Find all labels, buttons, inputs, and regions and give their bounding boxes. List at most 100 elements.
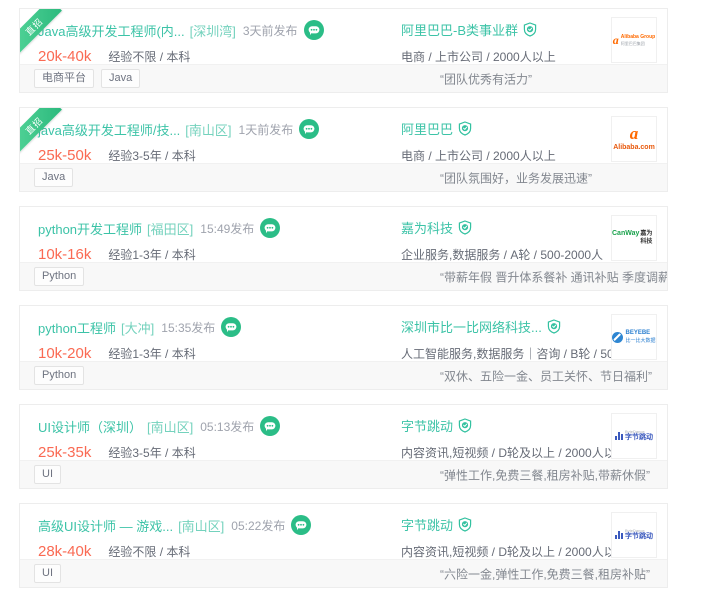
job-title-link[interactable]: 高级UI设计师 — 游戏... xyxy=(38,516,173,535)
chat-bubble-icon[interactable] xyxy=(260,218,280,238)
chat-bubble-icon[interactable] xyxy=(260,416,280,436)
job-title-link[interactable]: Java高级开发工程师(内... xyxy=(38,21,185,40)
job-list: 直招 Java高级开发工程师(内... [深圳湾] 3天前发布 xyxy=(19,8,668,602)
chat-bubble-icon[interactable] xyxy=(291,515,311,535)
job-card-footer: Python “双休、五险一金、员工关怀、节日福利” xyxy=(20,361,667,389)
job-salary: 20k-40k xyxy=(38,48,91,65)
company-quote: “双休、五险一金、员工关怀、节日福利” xyxy=(440,367,652,384)
job-card-footer: Java “团队氛围好，业务发展迅速” xyxy=(20,163,667,191)
job-tag: Java xyxy=(34,168,73,187)
job-card-footer: UI “弹性工作,免费三餐,租房补贴,带薪休假” xyxy=(20,460,667,488)
job-salary: 10k-20k xyxy=(38,345,91,362)
logo-text: 字节跳动 xyxy=(625,533,653,542)
job-location: [南山区] xyxy=(178,516,224,535)
company-logo: ByteDance字节跳动 xyxy=(611,512,657,558)
job-card-main: python开发工程师 [福田区] 15:49发布 xyxy=(20,207,667,264)
job-tags: UI xyxy=(34,564,61,583)
job-title-link[interactable]: java高级开发工程师/技... xyxy=(38,120,180,139)
job-card-main: Java高级开发工程师(内... [深圳湾] 3天前发布 xyxy=(20,9,667,66)
company-name-link[interactable]: 深圳市比一比网络科技... xyxy=(401,317,542,336)
job-card-main: python工程师 [大冲] 15:35发布 xyxy=(20,306,667,363)
verified-shield-icon xyxy=(523,22,537,37)
job-tag: Python xyxy=(34,267,84,286)
logo-text: Alibaba.com xyxy=(613,144,655,153)
job-card[interactable]: python开发工程师 [福田区] 15:49发布 xyxy=(19,206,668,291)
job-location: [南山区] xyxy=(147,417,193,436)
job-card[interactable]: UI设计师（深圳） [南山区] 05:13发布 xyxy=(19,404,668,489)
job-requirements: 经验3-5年 / 本科 xyxy=(108,147,195,164)
job-tag: Java xyxy=(101,69,140,88)
job-tags: 电商平台 Java xyxy=(34,69,140,88)
job-card-main: UI设计师（深圳） [南山区] 05:13发布 xyxy=(20,405,667,462)
bytedance-logo-glyph xyxy=(615,432,623,440)
company-name-link[interactable]: 嘉为科技 xyxy=(401,218,453,237)
job-card-footer: UI “六险一金,弹性工作,免费三餐,租房补贴” xyxy=(20,559,667,587)
job-salary: 25k-50k xyxy=(38,147,91,164)
logo-text: CanWay xyxy=(612,230,639,239)
job-salary: 25k-35k xyxy=(38,444,91,461)
chat-bubble-icon[interactable] xyxy=(221,317,241,337)
company-info: 内容资讯,短视频 / D轮及以上 / 2000人以上 xyxy=(401,543,628,560)
company-quote: “六险一金,弹性工作,免费三餐,租房补贴” xyxy=(440,565,650,582)
job-requirements: 经验不限 / 本科 xyxy=(108,48,190,65)
job-tags: Python xyxy=(34,366,84,385)
job-title-link[interactable]: UI设计师（深圳） xyxy=(38,417,142,436)
job-posted-time: 3天前发布 xyxy=(243,22,298,39)
company-logo: aAlibaba Group阿里巴巴集团 xyxy=(611,17,657,63)
company-name-link[interactable]: 阿里巴巴 xyxy=(401,119,453,138)
job-posted-time: 15:35发布 xyxy=(161,319,215,336)
job-card[interactable]: 直招 java高级开发工程师/技... [南山区] 1天前发布 xyxy=(19,107,668,192)
job-posted-time: 05:13发布 xyxy=(200,418,254,435)
job-tag: UI xyxy=(34,465,61,484)
company-quote: “团队氛围好，业务发展迅速” xyxy=(440,169,592,186)
company-logo: BEYEBE比一比大数据 xyxy=(611,314,657,360)
verified-shield-icon xyxy=(458,220,472,235)
logo-text: 字节跳动 xyxy=(625,434,653,443)
verified-shield-icon xyxy=(458,418,472,433)
job-card[interactable]: python工程师 [大冲] 15:35发布 xyxy=(19,305,668,390)
alibaba-logo-glyph: a xyxy=(630,125,639,142)
job-card[interactable]: 高级UI设计师 — 游戏... [南山区] 05:22发布 xyxy=(19,503,668,588)
job-card-footer: 电商平台 Java “团队优秀有活力” xyxy=(20,64,667,92)
bytedance-logo-glyph xyxy=(615,531,623,539)
job-location: [深圳湾] xyxy=(190,21,236,40)
logo-text: BEYEBE xyxy=(625,330,655,338)
job-requirements: 经验1-3年 / 本科 xyxy=(108,345,195,362)
logo-text: 比一比大数据 xyxy=(625,338,655,344)
job-tag: UI xyxy=(34,564,61,583)
job-card-main: java高级开发工程师/技... [南山区] 1天前发布 xyxy=(20,108,667,165)
alibaba-group-logo-glyph: a xyxy=(613,34,619,46)
verified-shield-icon xyxy=(458,121,472,136)
company-name-link[interactable]: 字节跳动 xyxy=(401,515,453,534)
job-tag: 电商平台 xyxy=(34,69,94,88)
job-requirements: 经验3-5年 / 本科 xyxy=(108,444,195,461)
company-info: 内容资讯,短视频 / D轮及以上 / 2000人以上 xyxy=(401,444,628,461)
job-posted-time: 15:49发布 xyxy=(200,220,254,237)
company-info: 企业服务,数据服务 / A轮 / 500-2000人 xyxy=(401,246,603,263)
beyebe-logo-glyph xyxy=(612,332,623,343)
verified-shield-icon xyxy=(547,319,561,334)
job-salary: 10k-16k xyxy=(38,246,91,263)
job-card-main: 高级UI设计师 — 游戏... [南山区] 05:22发布 xyxy=(20,504,667,561)
job-location: [福田区] xyxy=(147,219,193,238)
company-name-link[interactable]: 字节跳动 xyxy=(401,416,453,435)
logo-text: 阿里巴巴集团 xyxy=(621,41,655,46)
chat-bubble-icon[interactable] xyxy=(304,20,324,40)
company-quote: “带薪年假 晋升体系餐补 通讯补贴 季度调薪” xyxy=(440,268,668,285)
job-location: [南山区] xyxy=(185,120,231,139)
job-title-link[interactable]: python工程师 xyxy=(38,318,116,337)
job-title-link[interactable]: python开发工程师 xyxy=(38,219,142,238)
company-logo: ByteDance字节跳动 xyxy=(611,413,657,459)
job-requirements: 经验不限 / 本科 xyxy=(108,543,190,560)
company-name-link[interactable]: 阿里巴巴-B类事业群 xyxy=(401,20,518,39)
job-tags: Java xyxy=(34,168,73,187)
job-card-footer: Python “带薪年假 晋升体系餐补 通讯补贴 季度调薪” xyxy=(20,262,667,290)
job-tags: UI xyxy=(34,465,61,484)
company-quote: “团队优秀有活力” xyxy=(440,70,532,87)
job-card[interactable]: 直招 Java高级开发工程师(内... [深圳湾] 3天前发布 xyxy=(19,8,668,93)
company-info: 电商 / 上市公司 / 2000人以上 xyxy=(401,147,556,164)
company-info: 电商 / 上市公司 / 2000人以上 xyxy=(401,48,556,65)
job-location: [大冲] xyxy=(121,318,154,337)
job-requirements: 经验1-3年 / 本科 xyxy=(108,246,195,263)
chat-bubble-icon[interactable] xyxy=(299,119,319,139)
